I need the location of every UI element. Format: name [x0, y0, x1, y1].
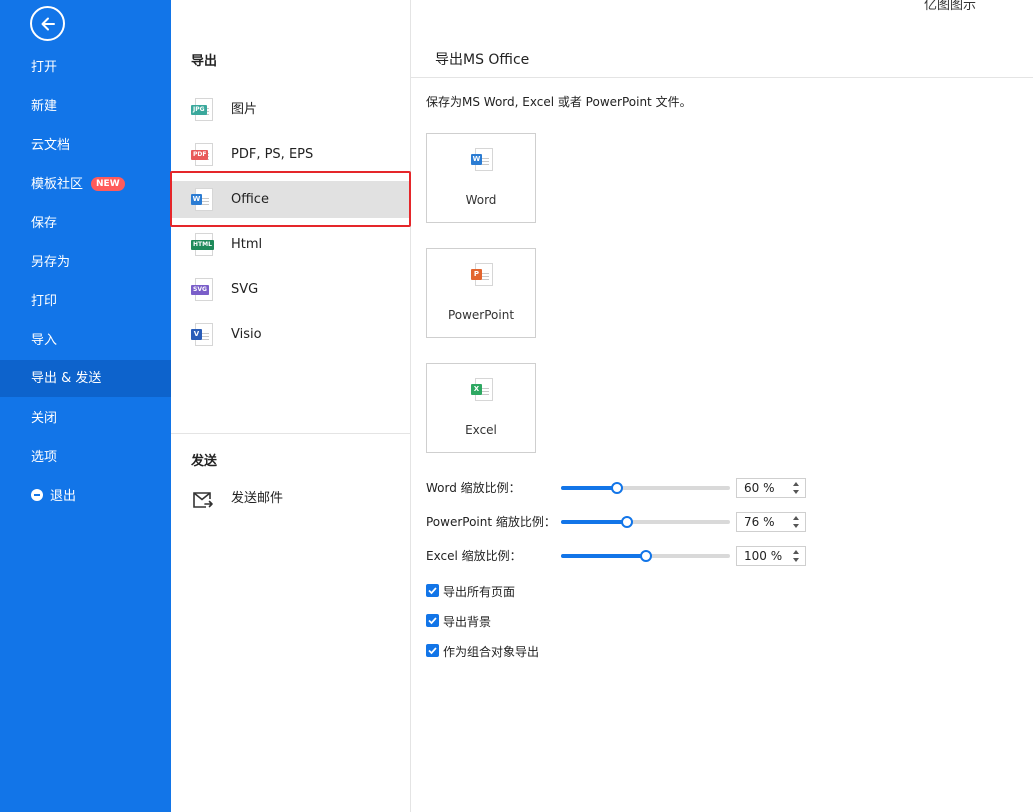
svg-file-icon: SVG — [191, 278, 215, 302]
powerpoint-file-icon: P — [471, 263, 495, 287]
checkbox-checked-icon[interactable] — [426, 614, 439, 627]
spin-arrows-icon[interactable] — [793, 548, 802, 564]
sidebar-item-new[interactable]: 新建 — [0, 88, 171, 125]
powerpoint-zoom-row: PowerPoint 缩放比例： 76 % — [426, 511, 826, 532]
pdf-file-icon: PDF — [191, 143, 215, 167]
export-section-title: 导出 — [191, 54, 218, 69]
export-item-image[interactable]: JPG 图片 — [171, 91, 410, 128]
arrow-left-icon — [41, 17, 55, 31]
content-divider — [411, 77, 1033, 78]
sidebar-item-open[interactable]: 打开 — [0, 49, 171, 86]
excel-zoom-row: Excel 缩放比例： 100 % — [426, 545, 826, 566]
sidebar-item-close[interactable]: 关闭 — [0, 400, 171, 437]
slider-thumb[interactable] — [639, 550, 652, 562]
send-section-title: 发送 — [191, 454, 218, 469]
sidebar-item-exit[interactable]: 退出 — [0, 478, 171, 515]
jpg-file-icon: JPG — [191, 98, 215, 122]
word-zoom-row: Word 缩放比例： 60 % — [426, 477, 826, 498]
new-badge: NEW — [91, 177, 125, 191]
powerpoint-zoom-label: PowerPoint 缩放比例： — [426, 515, 556, 529]
excel-zoom-label: Excel 缩放比例： — [426, 549, 522, 563]
word-file-icon: W — [471, 148, 495, 172]
sidebar-item-cloud-docs[interactable]: 云文档 — [0, 127, 171, 164]
export-item-svg[interactable]: SVG SVG — [171, 271, 410, 308]
slider-thumb[interactable] — [620, 516, 633, 528]
export-word-button[interactable]: W Word — [426, 133, 536, 223]
excel-file-icon: X — [471, 378, 495, 402]
powerpoint-zoom-spinbox[interactable]: 76 % — [736, 512, 806, 532]
excel-zoom-slider[interactable] — [561, 550, 730, 562]
export-item-visio[interactable]: V Visio — [171, 316, 410, 353]
excel-zoom-spinbox[interactable]: 100 % — [736, 546, 806, 566]
sidebar-item-save[interactable]: 保存 — [0, 205, 171, 242]
content-title: 导出MS Office — [435, 52, 530, 68]
slider-thumb[interactable] — [610, 482, 623, 494]
minus-circle-icon — [31, 489, 43, 501]
visio-file-icon: V — [191, 323, 215, 347]
word-zoom-label: Word 缩放比例： — [426, 481, 521, 495]
sidebar-item-options[interactable]: 选项 — [0, 439, 171, 476]
back-button[interactable] — [30, 6, 65, 41]
send-item-email[interactable]: 发送邮件 — [171, 480, 410, 517]
checkbox-checked-icon[interactable] — [426, 644, 439, 657]
export-category-panel: 导出 JPG 图片 PDF PDF, PS, EPS W Office HTML… — [171, 0, 411, 812]
export-item-html[interactable]: HTML Html — [171, 226, 410, 263]
spin-arrows-icon[interactable] — [793, 480, 802, 496]
word-zoom-slider[interactable] — [561, 482, 730, 494]
sidebar-item-import[interactable]: 导入 — [0, 322, 171, 359]
content-description: 保存为MS Word, Excel 或者 PowerPoint 文件。 — [426, 95, 692, 109]
sidebar-item-export-send[interactable]: 导出 & 发送 — [0, 360, 171, 397]
powerpoint-zoom-slider[interactable] — [561, 516, 730, 528]
word-zoom-spinbox[interactable]: 60 % — [736, 478, 806, 498]
sidebar-item-save-as[interactable]: 另存为 — [0, 244, 171, 281]
sidebar-item-template-community[interactable]: 模板社区 NEW — [0, 166, 171, 203]
mail-icon — [193, 492, 213, 508]
spin-arrows-icon[interactable] — [793, 514, 802, 530]
checkbox-checked-icon[interactable] — [426, 584, 439, 597]
section-divider — [171, 433, 410, 434]
export-powerpoint-button[interactable]: P PowerPoint — [426, 248, 536, 338]
export-excel-button[interactable]: X Excel — [426, 363, 536, 453]
backstage-sidebar: 打开 新建 云文档 模板社区 NEW 保存 另存为 打印 导入 导出 & 发送 关… — [0, 0, 171, 812]
html-file-icon: HTML — [191, 233, 215, 257]
app-name: 亿图图示 — [924, 0, 977, 13]
selection-highlight-frame — [170, 171, 411, 227]
export-item-pdf[interactable]: PDF PDF, PS, EPS — [171, 136, 410, 173]
sidebar-item-print[interactable]: 打印 — [0, 283, 171, 320]
